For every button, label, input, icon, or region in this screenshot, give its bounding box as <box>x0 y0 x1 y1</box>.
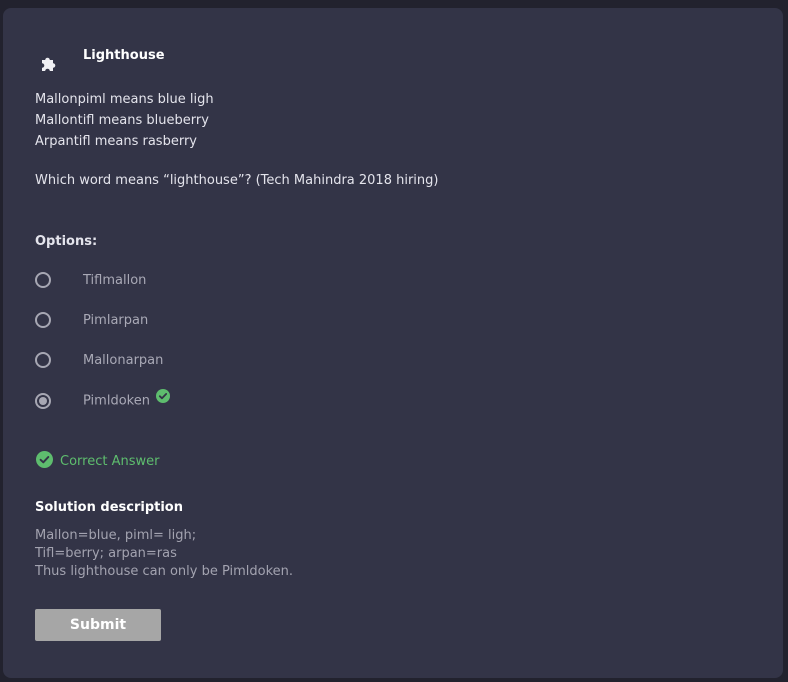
option-pimldoken[interactable]: Pimldoken <box>35 389 170 412</box>
submit-button[interactable]: Submit <box>35 609 161 641</box>
question-line: Mallonpiml means blue ligh <box>35 92 214 107</box>
question-line: Mallontifl means blueberry <box>35 113 209 128</box>
question-card: Lighthouse Mallonpiml means blue ligh Ma… <box>3 8 783 678</box>
radio-button[interactable] <box>35 352 51 368</box>
solution-title: Solution description <box>35 500 183 515</box>
result-correct: Correct Answer <box>36 451 159 472</box>
option-tiflmallon[interactable]: Tiflmallon <box>35 269 146 291</box>
radio-button-selected[interactable] <box>35 393 51 409</box>
question-prompt: Which word means “lighthouse”? (Tech Mah… <box>35 173 439 188</box>
options-label: Options: <box>35 234 98 249</box>
radio-button[interactable] <box>35 272 51 288</box>
question-body: Mallonpiml means blue ligh Mallontifl me… <box>35 89 214 152</box>
question-title: Lighthouse <box>83 48 165 63</box>
radio-button[interactable] <box>35 312 51 328</box>
check-circle-icon <box>36 451 53 472</box>
option-label: Pimldoken <box>83 393 150 409</box>
option-label-wrap: Pimldoken <box>83 389 170 410</box>
question-line: Arpantifl means rasberry <box>35 134 197 149</box>
option-label: Pimlarpan <box>83 312 149 328</box>
option-label: Tiflmallon <box>83 272 147 288</box>
option-label: Mallonarpan <box>83 352 164 368</box>
result-text: Correct Answer <box>60 454 160 469</box>
check-circle-icon <box>155 389 170 407</box>
solution-line: Thus lighthouse can only be Pimldoken. <box>35 564 294 579</box>
option-mallonarpan[interactable]: Mallonarpan <box>35 349 163 371</box>
radio-dot <box>39 397 47 405</box>
solution-line: Tifl=berry; arpan=ras <box>35 546 177 561</box>
option-pimlarpan[interactable]: Pimlarpan <box>35 309 148 331</box>
puzzle-icon <box>38 53 60 75</box>
solution-body: Mallon=blue, piml= ligh; Tifl=berry; arp… <box>35 527 293 581</box>
solution-line: Mallon=blue, piml= ligh; <box>35 528 197 543</box>
